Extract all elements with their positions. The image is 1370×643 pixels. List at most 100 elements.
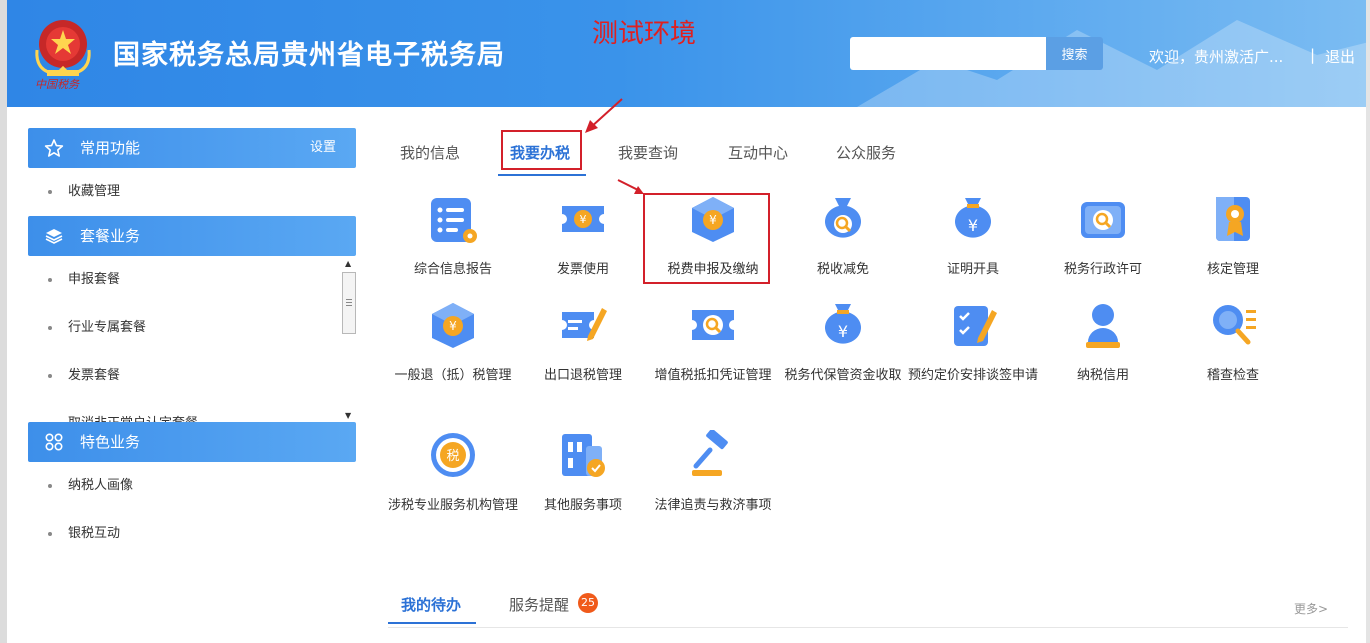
search-input[interactable] xyxy=(850,37,1046,70)
sidebar-item-bank-tax[interactable]: 银税互动 xyxy=(28,510,356,558)
tab-interaction[interactable]: 互动中心 xyxy=(728,142,788,163)
tax-relief-icon xyxy=(825,198,861,238)
package-list: 申报套餐 行业专属套餐 发票套餐 取消非正常户认定套餐 ▲ ▼ xyxy=(28,256,356,422)
tile-admin-license[interactable]: 税务行政许可 xyxy=(1038,194,1168,281)
tab-query[interactable]: 我要查询 xyxy=(618,142,678,163)
site-title: 国家税务总局贵州省电子税务局 xyxy=(113,40,505,71)
tab-service-reminders[interactable]: 服务提醒 xyxy=(509,594,569,615)
tile-label: 税务行政许可 xyxy=(1063,262,1142,277)
tile-verification[interactable]: 核定管理 xyxy=(1168,194,1298,281)
svg-text:¥: ¥ xyxy=(449,319,457,333)
tile-service-agency[interactable]: 税 涉税专业服务机构管理 xyxy=(388,430,518,517)
tab-my-info[interactable]: 我的信息 xyxy=(400,142,460,163)
bottom-tabs: 我的待办 服务提醒 25 更多> xyxy=(388,588,1348,628)
legal-relief-icon xyxy=(692,430,728,476)
pricing-arrangement-icon xyxy=(954,306,997,346)
tile-label: 稽查检查 xyxy=(1206,368,1259,383)
sidebar-section-special[interactable]: 特色业务 xyxy=(28,422,356,462)
tax-declaration-icon: ¥ xyxy=(692,197,734,242)
svg-text:¥: ¥ xyxy=(709,213,717,227)
inspection-icon xyxy=(1213,305,1256,345)
certificate-icon: ¥ xyxy=(955,198,991,238)
tile-label: 一般退（抵）税管理 xyxy=(394,368,512,383)
tile-tax-credit[interactable]: 纳税信用 xyxy=(1038,300,1168,387)
more-link[interactable]: 更多> xyxy=(1294,600,1328,617)
sidebar-item-cancel-abnormal-package[interactable]: 取消非正常户认定套餐 xyxy=(28,400,356,422)
sidebar-section-title: 特色业务 xyxy=(80,433,141,451)
other-services-icon xyxy=(562,434,605,477)
package-scrollbar[interactable]: ▲ ▼ xyxy=(342,256,356,420)
layers-icon xyxy=(45,229,63,244)
reminder-count-badge: 25 xyxy=(578,593,598,613)
tile-invoice-use[interactable]: ¥ 发票使用 xyxy=(518,194,648,281)
tile-label: 增值税抵扣凭证管理 xyxy=(654,368,772,383)
tab-my-todo[interactable]: 我的待办 xyxy=(401,594,461,615)
tile-label: 预约定价安排谈签申请 xyxy=(908,368,1039,383)
tile-label: 法律追责与救济事项 xyxy=(654,498,772,513)
export-refund-icon xyxy=(562,308,607,341)
active-tab-underline xyxy=(498,174,586,176)
custody-fund-icon: ¥ xyxy=(825,304,861,344)
tax-refund-icon: ¥ xyxy=(432,303,474,348)
tile-label: 证明开具 xyxy=(946,262,999,277)
header-separator: | xyxy=(1310,46,1316,64)
svg-text:税: 税 xyxy=(446,449,459,464)
tile-label: 其他服务事项 xyxy=(543,498,622,513)
admin-license-icon xyxy=(1081,202,1125,238)
scrollbar-thumb[interactable] xyxy=(342,272,356,334)
settings-link[interactable]: 设置 xyxy=(310,128,336,168)
welcome-text: 欢迎，贵州激活广... xyxy=(1149,48,1284,66)
sidebar-item-taxpayer-profile[interactable]: 纳税人画像 xyxy=(28,462,356,510)
tile-custody-fund[interactable]: ¥ 税务代保管资金收取 xyxy=(778,300,908,387)
bottom-divider xyxy=(388,627,1348,628)
tile-label: 发票使用 xyxy=(556,262,609,277)
tab-highlight-box xyxy=(501,130,582,170)
scroll-down-icon[interactable]: ▼ xyxy=(345,411,351,420)
tile-label: 税务代保管资金收取 xyxy=(784,368,902,383)
svg-text:¥: ¥ xyxy=(968,216,978,235)
environment-label: 测试环境 xyxy=(592,19,697,49)
sidebar-item-industry-package[interactable]: 行业专属套餐 xyxy=(28,304,356,352)
sidebar-item-declaration-package[interactable]: 申报套餐 xyxy=(28,256,356,304)
tile-label: 税收减免 xyxy=(816,262,869,277)
svg-text:¥: ¥ xyxy=(580,213,587,226)
sidebar-item-favorites[interactable]: 收藏管理 xyxy=(28,168,356,216)
svg-text:¥: ¥ xyxy=(838,322,848,341)
tile-label: 纳税信用 xyxy=(1076,368,1129,383)
scroll-up-icon[interactable]: ▲ xyxy=(345,259,351,268)
active-tab-underline xyxy=(388,622,476,624)
tile-certificate[interactable]: ¥ 证明开具 xyxy=(908,194,1038,281)
vat-deduction-icon xyxy=(692,310,734,340)
tile-export-refund[interactable]: 出口退税管理 xyxy=(518,300,648,387)
sidebar: 常用功能 设置 收藏管理 套餐业务 申报套餐 行业专属套餐 发票套餐 取消非正常… xyxy=(28,128,356,558)
star-icon xyxy=(44,139,64,157)
tile-other-services[interactable]: 其他服务事项 xyxy=(518,430,648,517)
report-icon xyxy=(431,198,477,243)
search-button[interactable]: 搜索 xyxy=(1046,37,1103,70)
sidebar-section-common[interactable]: 常用功能 设置 xyxy=(28,128,356,168)
tab-public-service[interactable]: 公众服务 xyxy=(836,142,896,163)
tile-tax-declaration[interactable]: ¥ 税费申报及缴纳 xyxy=(648,194,778,281)
tile-label: 涉税专业服务机构管理 xyxy=(388,498,519,513)
tile-pricing-arrangement[interactable]: 预约定价安排谈签申请 xyxy=(908,300,1038,387)
sidebar-section-title: 常用功能 xyxy=(80,139,141,157)
tile-legal-relief[interactable]: 法律追责与救济事项 xyxy=(648,430,778,517)
service-agency-icon: 税 xyxy=(431,433,475,477)
emblem-caption: 中国税务 xyxy=(35,78,79,91)
sidebar-item-invoice-package[interactable]: 发票套餐 xyxy=(28,352,356,400)
tile-tax-refund[interactable]: ¥ 一般退（抵）税管理 xyxy=(388,300,518,387)
invoice-icon: ¥ xyxy=(562,206,604,232)
tile-vat-deduction[interactable]: 增值税抵扣凭证管理 xyxy=(648,300,778,387)
annotation-arrow-icon xyxy=(585,98,623,133)
tax-credit-icon xyxy=(1086,304,1120,348)
tile-inspection[interactable]: 稽查检查 xyxy=(1168,300,1298,387)
sidebar-section-title: 套餐业务 xyxy=(80,227,141,245)
tile-label: 税费申报及缴纳 xyxy=(667,262,759,277)
verification-icon xyxy=(1216,197,1250,241)
tile-tax-relief[interactable]: 税收减免 xyxy=(778,194,908,281)
sidebar-section-package[interactable]: 套餐业务 xyxy=(28,216,356,256)
tile-info-report[interactable]: 综合信息报告 xyxy=(388,194,518,281)
grid-icon xyxy=(45,433,63,451)
tile-label: 核定管理 xyxy=(1206,262,1259,277)
logout-link[interactable]: 退出 xyxy=(1325,46,1355,67)
